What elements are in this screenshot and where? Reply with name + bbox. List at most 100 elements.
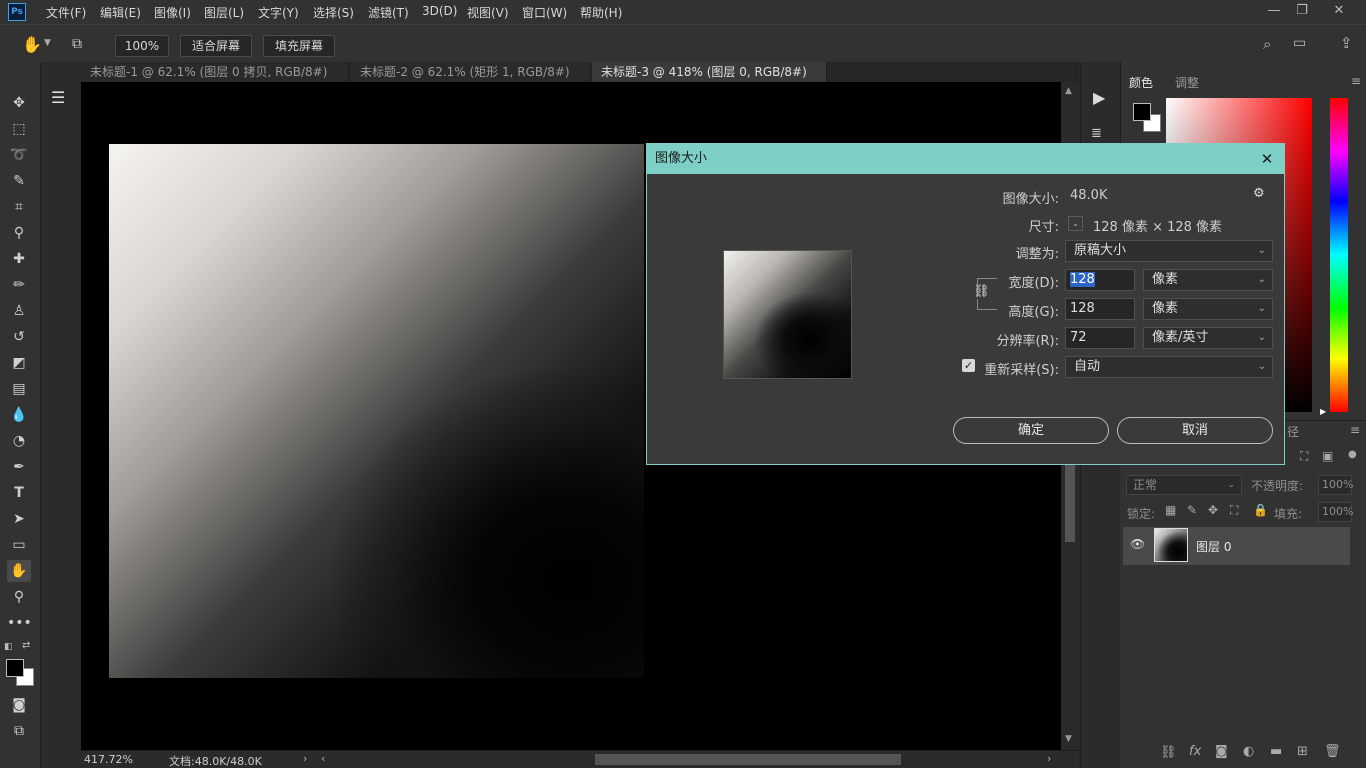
cancel-button[interactable]: 取消 <box>1117 417 1273 444</box>
move-tool-icon[interactable]: ✥ <box>7 92 31 114</box>
new-layer-icon[interactable]: ⊞ <box>1297 744 1308 759</box>
fill-input[interactable]: 100% <box>1318 502 1353 522</box>
clone-stamp-tool-icon[interactable]: ♙ <box>7 300 31 322</box>
gear-icon[interactable]: ⚙ <box>1253 186 1265 201</box>
width-input[interactable]: 128 <box>1065 269 1135 291</box>
scroll-left-icon[interactable]: ‹ <box>321 752 325 765</box>
resample-select[interactable]: 自动 ⌄ <box>1065 356 1273 378</box>
status-menu-arrow-icon[interactable]: › <box>303 752 307 765</box>
close-window-icon[interactable]: ✕ <box>1325 2 1353 20</box>
quick-mask-icon[interactable]: ◙ <box>7 694 31 716</box>
properties-icon[interactable]: ☰ <box>51 88 65 107</box>
close-icon[interactable]: ✕ <box>1256 148 1278 170</box>
history-brush-tool-icon[interactable]: ↺ <box>7 326 31 348</box>
menu-file[interactable]: 文件(F) <box>46 4 86 21</box>
lock-position-icon[interactable]: ✥ <box>1208 503 1218 517</box>
swap-colors-icon[interactable]: ⇄ <box>22 640 30 651</box>
menu-view[interactable]: 视图(V) <box>467 4 509 21</box>
scroll-all-windows-icon[interactable]: ⧉ <box>72 36 82 52</box>
zoom-level-text[interactable]: 417.72% <box>84 753 133 766</box>
menu-filter[interactable]: 滤镜(T) <box>368 4 409 21</box>
menu-select[interactable]: 选择(S) <box>313 4 354 21</box>
scroll-up-icon[interactable]: ▲ <box>1065 86 1072 96</box>
layers-menu-icon[interactable]: ≡ <box>1350 423 1360 437</box>
lasso-tool-icon[interactable]: ➰ <box>7 144 31 166</box>
filter-toggle-icon[interactable]: ● <box>1348 449 1357 460</box>
document-canvas[interactable] <box>109 144 644 678</box>
more-tools-icon[interactable]: ••• <box>7 612 32 634</box>
hue-slider[interactable] <box>1330 98 1348 412</box>
quick-select-tool-icon[interactable]: ✎ <box>7 170 31 192</box>
default-colors-icon[interactable]: ◧ <box>4 642 13 652</box>
path-selection-tool-icon[interactable]: ➤ <box>7 508 31 530</box>
fill-screen-button[interactable]: 填充屏幕 <box>263 35 335 57</box>
lock-image-icon[interactable]: ✎ <box>1187 503 1197 517</box>
tab-color[interactable]: 颜色 <box>1129 74 1153 91</box>
menu-window[interactable]: 窗口(W) <box>522 4 567 21</box>
hand-tool-active-icon[interactable]: ✋ <box>7 560 31 582</box>
play-action-icon[interactable]: ▶ <box>1093 88 1105 107</box>
menu-edit[interactable]: 编辑(E) <box>100 4 141 21</box>
crop-tool-icon[interactable]: ⌗ <box>7 196 31 218</box>
opacity-input[interactable]: 100% <box>1318 475 1353 495</box>
eye-visibility-icon[interactable]: 👁 <box>1130 537 1145 551</box>
minimize-icon[interactable]: — <box>1260 2 1288 20</box>
dimensions-unit-chevron-icon[interactable]: ⌄ <box>1068 216 1083 231</box>
tab-adjustments[interactable]: 调整 <box>1175 74 1199 91</box>
height-unit-select[interactable]: 像素 ⌄ <box>1143 298 1273 320</box>
scrollbar-thumb[interactable] <box>1065 462 1075 542</box>
hue-slider-handle-icon[interactable]: ▶ <box>1320 407 1326 416</box>
marquee-tool-icon[interactable]: ⬚ <box>7 118 31 140</box>
horizontal-scrollbar-thumb[interactable] <box>595 754 901 765</box>
tab-untitled-3[interactable]: 未标题-3 @ 418% (图层 0, RGB/8#) *✕ <box>592 62 827 99</box>
eraser-tool-icon[interactable]: ◩ <box>7 352 31 374</box>
rectangle-tool-icon[interactable]: ▭ <box>7 534 31 556</box>
menu-type[interactable]: 文字(Y) <box>258 4 299 21</box>
brush-settings-icon[interactable]: ≣ <box>1091 126 1102 141</box>
color-fg-swatch[interactable] <box>1133 103 1151 121</box>
menu-help[interactable]: 帮助(H) <box>580 4 622 21</box>
menu-3d[interactable]: 3D(D) <box>422 4 457 18</box>
lock-transparent-icon[interactable]: ▦ <box>1165 503 1176 517</box>
fit-screen-button[interactable]: 适合屏幕 <box>180 35 252 57</box>
resolution-unit-select[interactable]: 像素/英寸 ⌄ <box>1143 327 1273 349</box>
share-icon[interactable]: ⇪ <box>1340 34 1353 52</box>
gradient-tool-icon[interactable]: ▤ <box>7 378 31 400</box>
healing-brush-tool-icon[interactable]: ✚ <box>7 248 31 270</box>
scroll-right-icon[interactable]: › <box>1047 752 1051 765</box>
menu-image[interactable]: 图像(I) <box>154 4 191 21</box>
resolution-input[interactable]: 72 <box>1065 327 1135 349</box>
hand-tool-icon[interactable]: ✋ <box>22 35 42 54</box>
ok-button[interactable]: 确定 <box>953 417 1109 444</box>
panel-menu-icon[interactable]: ≡ <box>1351 74 1361 88</box>
height-input[interactable]: 128 <box>1065 298 1135 320</box>
delete-layer-icon[interactable]: 🗑 <box>1324 744 1341 759</box>
type-tool-icon[interactable]: T <box>7 482 31 504</box>
adjustment-layer-icon[interactable]: ◐ <box>1243 744 1254 759</box>
tab-paths[interactable]: 径 <box>1287 423 1299 440</box>
width-unit-select[interactable]: 像素 ⌄ <box>1143 269 1273 291</box>
fit-to-select[interactable]: 原稿大小 ⌄ <box>1065 240 1273 262</box>
layer-style-icon[interactable]: fx <box>1189 744 1201 759</box>
lock-all-icon[interactable]: 🔒 <box>1253 503 1268 517</box>
zoom-100-button[interactable]: 100% <box>115 35 169 57</box>
menu-layer[interactable]: 图层(L) <box>204 4 244 21</box>
chevron-down-icon[interactable]: ▼ <box>44 38 51 48</box>
workspace-icon[interactable]: ▭ <box>1293 35 1306 51</box>
scroll-down-icon[interactable]: ▼ <box>1065 734 1072 744</box>
lock-artboard-icon[interactable]: ⛶ <box>1230 503 1238 518</box>
pen-tool-icon[interactable]: ✒ <box>7 456 31 478</box>
foreground-color-swatch[interactable] <box>6 659 24 677</box>
blend-mode-select[interactable]: 正常 ⌄ <box>1126 475 1242 495</box>
dodge-tool-icon[interactable]: ◔ <box>7 430 31 452</box>
screen-mode-icon[interactable]: ⧉ <box>7 720 31 742</box>
brush-tool-icon[interactable]: ✏ <box>7 274 31 296</box>
link-layers-icon[interactable]: ⛓ <box>1160 745 1177 760</box>
layer-name[interactable]: 图层 0 <box>1196 538 1231 555</box>
tab-untitled-2[interactable]: 未标题-2 @ 62.1% (矩形 1, RGB/8#) *✕ <box>351 62 591 99</box>
filter-shape-icon[interactable]: ⛶ <box>1300 449 1308 464</box>
eyedropper-tool-icon[interactable]: ⚲ <box>7 222 31 244</box>
blur-tool-icon[interactable]: 💧 <box>7 404 31 426</box>
filter-smart-object-icon[interactable]: ▣ <box>1322 449 1333 463</box>
image-preview[interactable] <box>723 250 852 379</box>
